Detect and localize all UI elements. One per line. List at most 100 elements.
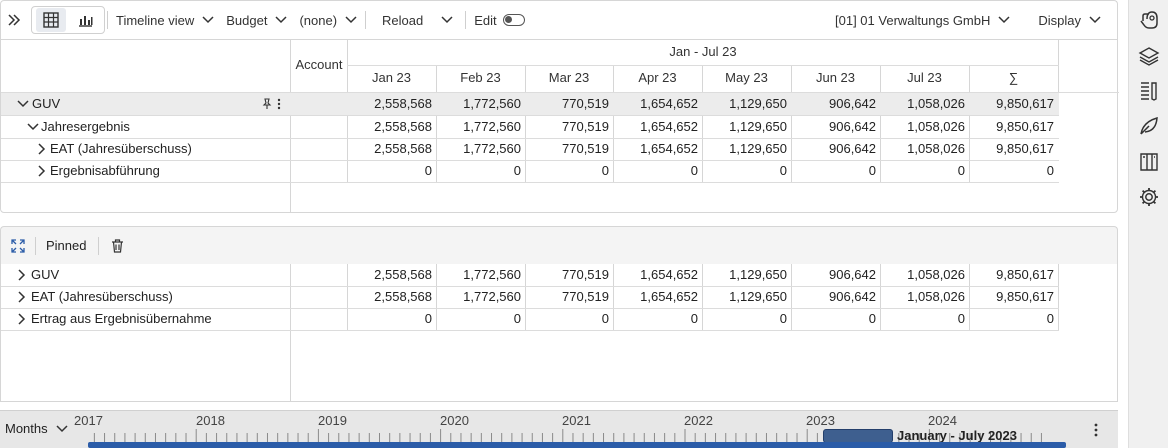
timeline-selection[interactable] [823, 429, 893, 443]
value-cell[interactable]: 9,850,617 [969, 286, 1058, 308]
chart-view-button[interactable] [70, 8, 100, 32]
table-row[interactable]: GUV 2,558,568 1,772,560 770,519 1,654,65… [1, 264, 1059, 286]
value-cell[interactable]: 0 [702, 160, 791, 182]
expand-button[interactable] [1, 227, 33, 264]
value-cell[interactable]: 1,129,650 [702, 264, 791, 286]
chevron-right-icon[interactable] [38, 143, 46, 155]
table-row[interactable]: GUV 2,558,568 1,772,560 770,519 1,654,65… [1, 93, 1059, 115]
value-cell[interactable]: 1,772,560 [436, 286, 525, 308]
value-cell[interactable]: 0 [791, 308, 880, 330]
value-cell[interactable]: 9,850,617 [969, 138, 1058, 160]
column-header[interactable]: Mar 23 [525, 70, 613, 85]
value-cell[interactable]: 0 [880, 308, 969, 330]
column-header[interactable]: May 23 [702, 70, 791, 85]
value-cell[interactable]: 1,058,026 [880, 286, 969, 308]
value-cell[interactable]: 1,654,652 [613, 116, 702, 138]
value-cell[interactable]: 906,642 [791, 286, 880, 308]
value-cell[interactable]: 1,654,652 [613, 264, 702, 286]
table-row[interactable]: EAT (Jahresüberschuss) 2,558,568 1,772,5… [1, 286, 1059, 308]
value-cell[interactable]: 1,654,652 [613, 138, 702, 160]
table-row[interactable]: EAT (Jahresüberschuss) 2,558,568 1,772,5… [1, 138, 1059, 160]
value-cell[interactable]: 1,129,650 [702, 93, 791, 115]
column-header[interactable]: Apr 23 [613, 70, 702, 85]
value-cell[interactable]: 0 [347, 308, 436, 330]
chevron-down-icon[interactable] [17, 100, 29, 108]
chevron-right-icon[interactable] [18, 269, 26, 281]
value-cell[interactable]: 1,129,650 [702, 138, 791, 160]
value-cell[interactable]: 1,058,026 [880, 138, 969, 160]
value-cell[interactable]: 0 [613, 308, 702, 330]
chevron-right-icon[interactable] [38, 165, 46, 177]
value-cell[interactable]: 9,850,617 [969, 93, 1058, 115]
value-cell[interactable]: 906,642 [791, 116, 880, 138]
entity-dropdown[interactable]: [01] 01 Verwaltungs GmbH [821, 1, 1024, 39]
value-cell[interactable]: 1,058,026 [880, 264, 969, 286]
value-cell[interactable]: 0 [347, 160, 436, 182]
column-header[interactable]: Jun 23 [791, 70, 880, 85]
value-cell[interactable]: 9,850,617 [969, 116, 1058, 138]
document-list-icon[interactable] [1138, 80, 1160, 102]
table-row[interactable]: Jahresergebnis 2,558,568 1,772,560 770,5… [1, 116, 1059, 138]
value-cell[interactable]: 2,558,568 [347, 286, 436, 308]
chevron-down-icon[interactable] [27, 123, 39, 131]
value-cell[interactable]: 1,058,026 [880, 93, 969, 115]
column-header[interactable]: Jan 23 [347, 70, 436, 85]
value-cell[interactable]: 770,519 [525, 138, 613, 160]
value-cell[interactable]: 906,642 [791, 93, 880, 115]
more-vertical-icon[interactable] [277, 98, 281, 110]
value-cell[interactable]: 1,772,560 [436, 138, 525, 160]
leaf-icon[interactable] [1138, 115, 1160, 137]
chevron-right-icon[interactable] [18, 313, 26, 325]
value-cell[interactable]: 770,519 [525, 264, 613, 286]
reload-options-dropdown[interactable] [437, 1, 463, 39]
value-cell[interactable]: 1,654,652 [613, 286, 702, 308]
value-cell[interactable]: 1,654,652 [613, 93, 702, 115]
gear-icon[interactable] [1138, 186, 1160, 208]
delete-pinned-button[interactable] [101, 227, 134, 264]
value-cell[interactable]: 2,558,568 [347, 116, 436, 138]
table-view-button[interactable] [36, 8, 66, 32]
value-cell[interactable]: 0 [436, 308, 525, 330]
value-cell[interactable]: 0 [525, 160, 613, 182]
value-cell[interactable]: 1,772,560 [436, 264, 525, 286]
value-cell[interactable]: 906,642 [791, 138, 880, 160]
value-cell[interactable]: 770,519 [525, 93, 613, 115]
value-cell[interactable]: 1,129,650 [702, 116, 791, 138]
value-cell[interactable]: 2,558,568 [347, 138, 436, 160]
value-cell[interactable]: 1,058,026 [880, 116, 969, 138]
hand-pointer-icon[interactable] [1138, 9, 1160, 31]
compare-dropdown[interactable]: (none) [293, 1, 363, 39]
value-cell[interactable]: 0 [702, 308, 791, 330]
layers-icon[interactable] [1138, 45, 1160, 67]
value-cell[interactable]: 906,642 [791, 264, 880, 286]
value-cell[interactable]: 770,519 [525, 286, 613, 308]
column-header[interactable]: Feb 23 [436, 70, 525, 85]
budget-dropdown[interactable]: Budget [220, 1, 293, 39]
value-cell[interactable]: 0 [791, 160, 880, 182]
value-cell[interactable]: 0 [969, 308, 1058, 330]
value-cell[interactable]: 1,772,560 [436, 93, 525, 115]
chevron-right-icon[interactable] [18, 291, 26, 303]
display-dropdown[interactable]: Display [1024, 1, 1117, 39]
value-cell[interactable]: 0 [880, 160, 969, 182]
value-cell[interactable]: 0 [525, 308, 613, 330]
timeline-view-dropdown[interactable]: Timeline view [110, 1, 220, 39]
granularity-dropdown[interactable]: Months [5, 421, 68, 436]
timeline-scrollbar[interactable] [88, 442, 1066, 448]
value-cell[interactable]: 2,558,568 [347, 264, 436, 286]
value-cell[interactable]: 2,558,568 [347, 93, 436, 115]
pin-icon[interactable] [261, 98, 273, 110]
reload-button[interactable]: Reload [368, 1, 437, 39]
edit-toggle[interactable]: Edit [468, 1, 530, 39]
more-vertical-icon[interactable] [1094, 423, 1098, 437]
column-header[interactable]: Jul 23 [880, 70, 969, 85]
toggle-switch[interactable] [502, 14, 525, 26]
table-row[interactable]: Ergebnisabführung 0 0 0 0 0 0 0 0 [1, 160, 1059, 182]
value-cell[interactable]: 0 [969, 160, 1058, 182]
value-cell[interactable]: 1,772,560 [436, 116, 525, 138]
book-icon[interactable] [1138, 151, 1160, 173]
column-header[interactable]: ∑ [969, 70, 1058, 85]
value-cell[interactable]: 9,850,617 [969, 264, 1058, 286]
value-cell[interactable]: 0 [436, 160, 525, 182]
value-cell[interactable]: 1,129,650 [702, 286, 791, 308]
